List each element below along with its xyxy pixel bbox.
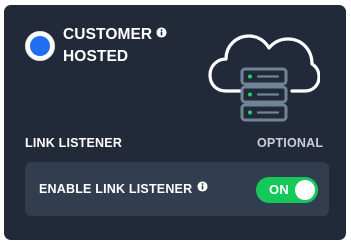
deployment-option-card[interactable]: CUSTOMER HOSTED LINK LISTENER OPTIONAL E… — [4, 5, 346, 240]
enable-link-listener-label: ENABLE LINK LISTENER — [39, 181, 208, 196]
enable-link-listener-toggle[interactable]: ON — [256, 177, 318, 203]
enable-link-listener-row: ENABLE LINK LISTENER ON — [25, 162, 329, 216]
info-icon[interactable] — [156, 27, 167, 38]
info-icon[interactable] — [197, 181, 208, 192]
toggle-state-label: ON — [269, 182, 290, 197]
customer-hosted-radio[interactable] — [25, 31, 55, 61]
option-title-line2: HOSTED — [63, 48, 129, 65]
toggle-knob — [295, 180, 315, 200]
link-listener-label: LINK LISTENER — [25, 136, 123, 150]
cloud-server-icon — [208, 34, 320, 122]
optional-label: OPTIONAL — [257, 136, 324, 150]
option-title-line1: CUSTOMER — [63, 24, 193, 46]
option-title: CUSTOMER HOSTED — [63, 24, 193, 68]
